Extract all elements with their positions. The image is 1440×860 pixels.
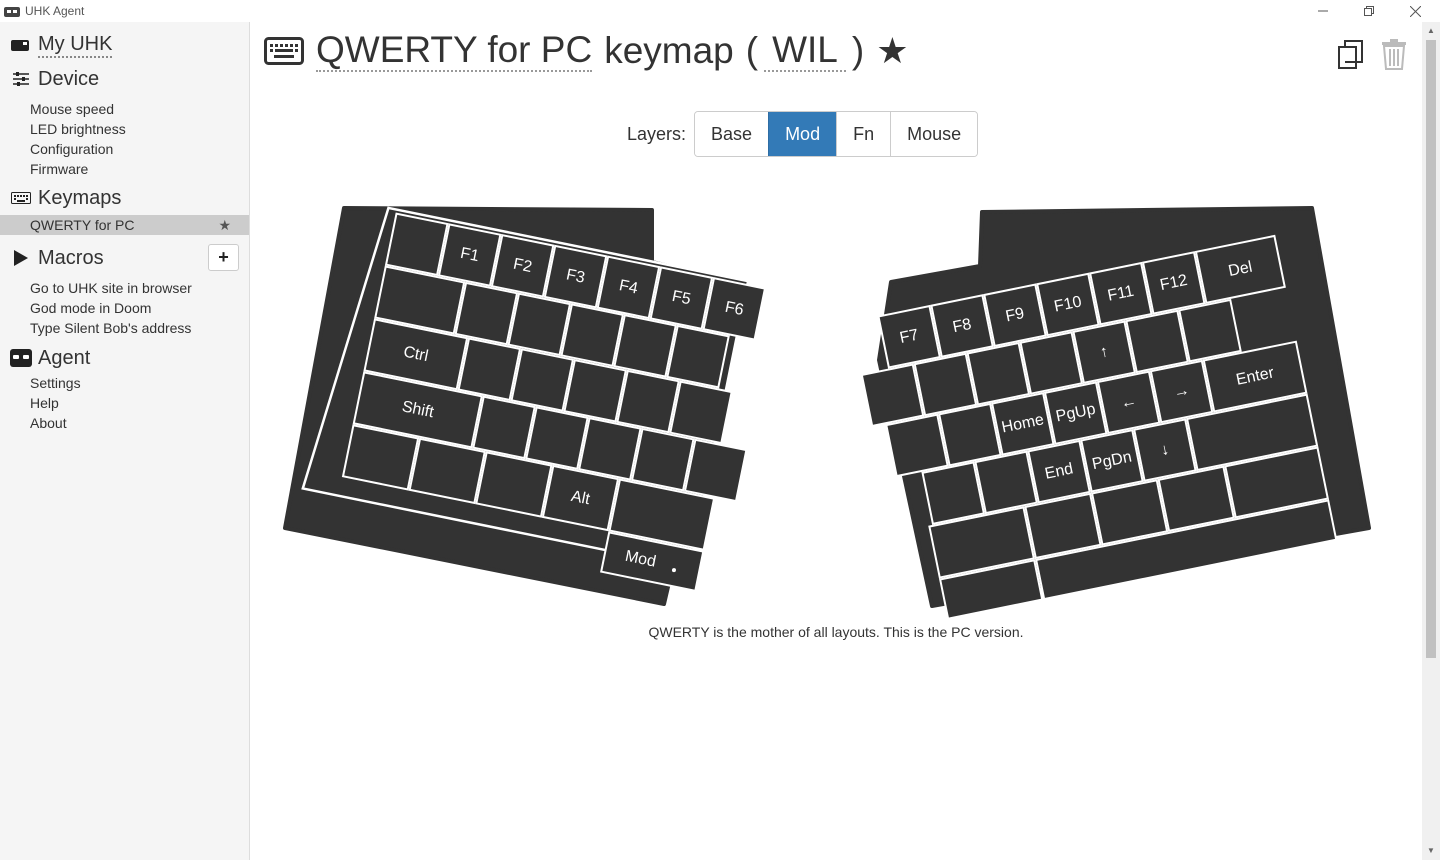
key-arrow-right[interactable]: → [1149, 359, 1214, 424]
key[interactable] [1019, 331, 1084, 395]
sidebar-item-macro[interactable]: Type Silent Bob's address [0, 318, 249, 338]
key[interactable] [560, 303, 625, 367]
title-bar: UHK Agent [0, 0, 1440, 22]
key[interactable] [683, 438, 748, 503]
default-keymap-star-icon[interactable]: ★ [218, 215, 231, 235]
sidebar-item-settings[interactable]: Settings [0, 373, 249, 393]
key-end[interactable]: End [1027, 439, 1091, 504]
sidebar-device-section: Device [0, 65, 249, 93]
right-keyboard-half: F7 F8 F9 F10 F11 F12 Del ↑ Home PgUp ← →… [860, 206, 1371, 620]
keymap-description[interactable]: QWERTY is the mother of all layouts. Thi… [250, 624, 1422, 640]
minimize-icon[interactable] [1300, 0, 1346, 22]
key[interactable] [921, 461, 986, 525]
key[interactable] [913, 352, 978, 417]
key-f10[interactable]: F10 [1036, 272, 1100, 337]
sidebar-item-help[interactable]: Help [0, 393, 249, 413]
my-uhk-label: My UHK [38, 33, 113, 58]
key[interactable] [966, 341, 1031, 406]
svg-text:←: ← [1119, 392, 1138, 412]
keyboard-visual: F1 F2 F3 F4 F5 F6 Ctrl Shift Alt Mod F7 … [283, 206, 1371, 620]
key[interactable] [1125, 309, 1189, 374]
sidebar-keymaps-section: Keymaps [0, 185, 249, 211]
key-f4[interactable]: F4 [596, 255, 661, 320]
key-f6[interactable]: F6 [702, 277, 767, 341]
sidebar-item-about[interactable]: About [0, 413, 249, 433]
sidebar-item-led-brightness[interactable]: LED brightness [0, 119, 249, 139]
key[interactable] [384, 212, 449, 277]
keyboard-icon [10, 189, 32, 207]
vertical-scrollbar[interactable]: ▲ ▼ [1422, 22, 1440, 860]
sidebar-agent-section: Agent [0, 344, 249, 372]
agent-glasses-icon [10, 349, 32, 367]
key-f1[interactable]: F1 [437, 223, 502, 287]
key[interactable] [1178, 298, 1242, 363]
sidebar-my-uhk[interactable]: My UHK [0, 31, 249, 59]
macros-label: Macros [38, 246, 104, 269]
sidebar-item-mouse-speed[interactable]: Mouse speed [0, 99, 249, 119]
key-f3[interactable]: F3 [543, 244, 608, 309]
key[interactable] [613, 314, 677, 378]
sliders-icon [10, 70, 32, 88]
add-macro-button[interactable]: + [208, 244, 239, 271]
key[interactable] [578, 417, 642, 481]
uhk-agent-app-icon [4, 5, 20, 17]
key-f7[interactable]: F7 [877, 304, 942, 369]
key[interactable] [860, 363, 925, 428]
key[interactable] [666, 324, 730, 389]
agent-label: Agent [38, 346, 91, 369]
key-f12[interactable]: F12 [1141, 251, 1206, 315]
key-pgdn[interactable]: PgDn [1080, 428, 1144, 493]
sidebar-item-configuration[interactable]: Configuration [0, 139, 249, 159]
key[interactable] [507, 292, 572, 357]
keymap-item-label: QWERTY for PC [30, 217, 135, 233]
device-label: Device [38, 67, 100, 90]
key[interactable] [510, 348, 575, 412]
scroll-down-icon[interactable]: ▼ [1422, 842, 1440, 860]
sidebar-macros-section: Macros + [0, 243, 249, 273]
key-arrow-up[interactable]: ↑ [1072, 320, 1136, 385]
key[interactable] [563, 358, 627, 423]
key[interactable] [472, 395, 536, 460]
key-arrow-down[interactable]: ↓ [1133, 418, 1197, 482]
key[interactable] [457, 337, 522, 402]
key[interactable] [525, 406, 589, 470]
key[interactable] [938, 402, 1002, 467]
key-arrow-left[interactable]: ← [1096, 370, 1161, 435]
window-title: UHK Agent [25, 4, 85, 18]
sidebar: My UHK Device Mouse speed LED brightness… [0, 22, 250, 860]
key[interactable] [630, 427, 695, 492]
key[interactable] [885, 413, 949, 478]
scrollbar-thumb[interactable] [1426, 40, 1436, 658]
key-f2[interactable]: F2 [490, 233, 555, 298]
key[interactable] [616, 369, 680, 434]
key[interactable] [454, 281, 519, 346]
play-icon [10, 249, 32, 267]
key[interactable] [974, 450, 1038, 515]
close-icon[interactable] [1392, 0, 1438, 22]
key-home[interactable]: Home [990, 392, 1055, 456]
key-f5[interactable]: F5 [649, 266, 714, 330]
key-f9[interactable]: F9 [983, 283, 1047, 348]
restore-icon[interactable] [1346, 0, 1392, 22]
keymaps-label: Keymaps [38, 186, 122, 209]
uhk-device-icon [10, 36, 32, 54]
key-pgup[interactable]: PgUp [1043, 381, 1108, 445]
key-f8[interactable]: F8 [930, 294, 994, 358]
sidebar-item-firmware[interactable]: Firmware [0, 159, 249, 179]
sidebar-item-macro[interactable]: Go to UHK site in browser [0, 278, 249, 298]
svg-text:→: → [1172, 382, 1191, 402]
scroll-up-icon[interactable]: ▲ [1422, 22, 1440, 40]
main-panel: QWERTY for PC keymap ( WIL ) ★ Layers: B… [250, 22, 1422, 860]
key-f11[interactable]: F11 [1088, 261, 1153, 326]
key[interactable] [669, 380, 733, 445]
sidebar-item-macro[interactable]: God mode in Doom [0, 298, 249, 318]
left-keyboard-half: F1 F2 F3 F4 F5 F6 Ctrl Shift Alt Mod [283, 206, 767, 606]
sidebar-item-qwerty-for-pc[interactable]: QWERTY for PC ★ [0, 215, 249, 235]
